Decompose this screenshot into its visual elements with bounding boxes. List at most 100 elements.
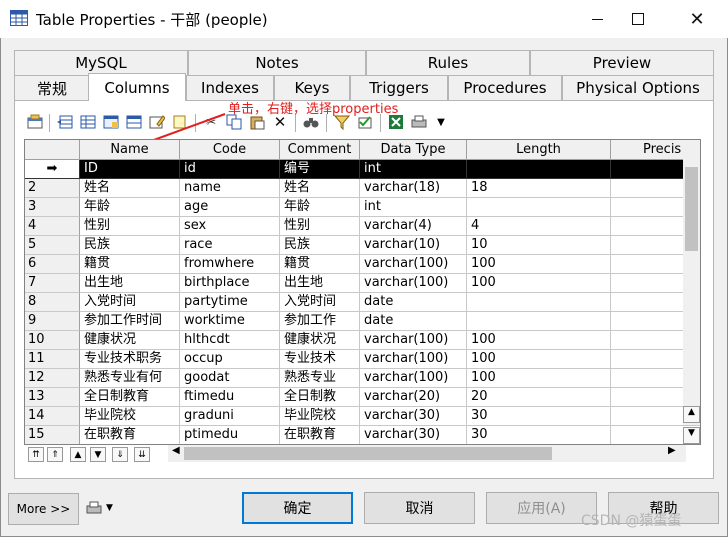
cell-name[interactable]: 专业技术职务 bbox=[80, 350, 180, 369]
tab-columns[interactable]: Columns bbox=[88, 73, 186, 101]
cell-code[interactable]: hlthcdt bbox=[180, 331, 280, 350]
row-number[interactable]: 5 bbox=[25, 236, 80, 255]
scroll-left-icon[interactable]: ◀ bbox=[172, 445, 182, 462]
tab-indexes[interactable]: Indexes bbox=[186, 75, 274, 100]
cell-data-type[interactable]: int bbox=[360, 160, 467, 179]
row-number[interactable]: 13 bbox=[25, 388, 80, 407]
cell-comment[interactable]: 专业技术 bbox=[280, 350, 360, 369]
cell-data-type[interactable]: varchar(100) bbox=[360, 350, 467, 369]
column-header-code[interactable]: Code bbox=[180, 140, 280, 160]
cell-comment[interactable]: 毕业院校 bbox=[280, 407, 360, 426]
cell-length[interactable]: 100 bbox=[467, 255, 611, 274]
row-number[interactable]: 8 bbox=[25, 293, 80, 312]
cell-comment[interactable]: 性别 bbox=[280, 217, 360, 236]
hscroll-thumb[interactable] bbox=[184, 447, 552, 460]
table-row[interactable]: 8 入党时间 partytime 入党时间 date bbox=[25, 293, 700, 312]
more-button[interactable]: More >> bbox=[8, 493, 79, 525]
cell-data-type[interactable]: date bbox=[360, 312, 467, 331]
cell-name[interactable]: 籍贯 bbox=[80, 255, 180, 274]
cell-length[interactable]: 18 bbox=[467, 179, 611, 198]
row-number[interactable]: 4 bbox=[25, 217, 80, 236]
cell-code[interactable]: occup bbox=[180, 350, 280, 369]
cell-code[interactable]: id bbox=[180, 160, 280, 179]
table-row[interactable]: ➡ ID id 编号 int bbox=[25, 160, 700, 179]
cell-data-type[interactable]: varchar(4) bbox=[360, 217, 467, 236]
cell-comment[interactable]: 熟悉专业 bbox=[280, 369, 360, 388]
cell-data-type[interactable]: varchar(10) bbox=[360, 236, 467, 255]
move-up-icon[interactable]: ▲ bbox=[70, 447, 86, 462]
row-number[interactable]: 3 bbox=[25, 198, 80, 217]
vertical-scrollbar[interactable]: ▼ bbox=[683, 159, 700, 425]
table-row[interactable]: 11 专业技术职务 occup 专业技术 varchar(100) 100 bbox=[25, 350, 700, 369]
cell-comment[interactable]: 全日制教 bbox=[280, 388, 360, 407]
cell-name[interactable]: 健康状况 bbox=[80, 331, 180, 350]
column-header-data-type[interactable]: Data Type bbox=[360, 140, 467, 160]
column-header-length[interactable]: Length bbox=[467, 140, 611, 160]
scroll-thumb[interactable] bbox=[685, 167, 698, 251]
cell-code[interactable]: goodat bbox=[180, 369, 280, 388]
cell-comment[interactable]: 健康状况 bbox=[280, 331, 360, 350]
cell-length[interactable] bbox=[467, 198, 611, 217]
column-header-comment[interactable]: Comment bbox=[280, 140, 360, 160]
maximize-button[interactable] bbox=[613, 0, 663, 38]
tab-physical-options[interactable]: Physical Options bbox=[562, 75, 714, 100]
cell-comment[interactable]: 姓名 bbox=[280, 179, 360, 198]
cell-name[interactable]: 姓名 bbox=[80, 179, 180, 198]
table-row[interactable]: 3 年龄 age 年龄 int bbox=[25, 198, 700, 217]
cell-data-type[interactable]: varchar(18) bbox=[360, 179, 467, 198]
cell-code[interactable]: sex bbox=[180, 217, 280, 236]
column-header-precision[interactable]: Precis bbox=[611, 140, 700, 160]
cell-name[interactable]: 民族 bbox=[80, 236, 180, 255]
cell-data-type[interactable]: varchar(100) bbox=[360, 274, 467, 293]
scroll-down-small-icon[interactable]: ▼ bbox=[683, 427, 700, 444]
row-number[interactable]: 9 bbox=[25, 312, 80, 331]
move-to-top-icon[interactable]: ⇈ bbox=[28, 447, 44, 462]
cell-data-type[interactable]: varchar(100) bbox=[360, 369, 467, 388]
cell-length[interactable]: 4 bbox=[467, 217, 611, 236]
row-number[interactable]: 12 bbox=[25, 369, 80, 388]
cell-name[interactable]: 年龄 bbox=[80, 198, 180, 217]
tab-procedures[interactable]: Procedures bbox=[448, 75, 562, 100]
cell-comment[interactable]: 民族 bbox=[280, 236, 360, 255]
row-number[interactable]: 15 bbox=[25, 426, 80, 444]
cell-length[interactable] bbox=[467, 160, 611, 179]
tab-preview[interactable]: Preview bbox=[530, 50, 714, 75]
cell-comment[interactable]: 在职教育 bbox=[280, 426, 360, 444]
cell-name[interactable]: 熟悉专业有何 bbox=[80, 369, 180, 388]
tab-mysql[interactable]: MySQL bbox=[14, 50, 188, 75]
table-row[interactable]: 14 毕业院校 graduni 毕业院校 varchar(30) 30 bbox=[25, 407, 700, 426]
cell-length[interactable] bbox=[467, 312, 611, 331]
cell-data-type[interactable]: date bbox=[360, 293, 467, 312]
row-number[interactable]: 10 bbox=[25, 331, 80, 350]
current-row-icon[interactable]: ➡ bbox=[25, 160, 80, 179]
close-button[interactable]: ✕ bbox=[672, 0, 722, 38]
table-row[interactable]: 9 参加工作时间 worktime 参加工作 date bbox=[25, 312, 700, 331]
cell-code[interactable]: name bbox=[180, 179, 280, 198]
ok-button[interactable]: 确定 bbox=[242, 492, 353, 524]
move-down-page-icon[interactable]: ⇓ bbox=[112, 447, 128, 462]
cell-code[interactable]: worktime bbox=[180, 312, 280, 331]
table-row[interactable]: 15 在职教育 ptimedu 在职教育 varchar(30) 30 bbox=[25, 426, 685, 444]
cell-comment[interactable]: 年龄 bbox=[280, 198, 360, 217]
cell-name[interactable]: 出生地 bbox=[80, 274, 180, 293]
cell-name[interactable]: 全日制教育 bbox=[80, 388, 180, 407]
cell-code[interactable]: race bbox=[180, 236, 280, 255]
cancel-button[interactable]: 取消 bbox=[364, 492, 475, 524]
chevron-down-icon[interactable]: ▼ bbox=[433, 114, 449, 130]
row-number[interactable]: 14 bbox=[25, 407, 80, 426]
row-number[interactable]: 11 bbox=[25, 350, 80, 369]
cell-name[interactable]: 参加工作时间 bbox=[80, 312, 180, 331]
cell-code[interactable]: ftimedu bbox=[180, 388, 280, 407]
cell-code[interactable]: partytime bbox=[180, 293, 280, 312]
cell-data-type[interactable]: varchar(100) bbox=[360, 255, 467, 274]
cell-data-type[interactable]: varchar(20) bbox=[360, 388, 467, 407]
table-row[interactable]: 4 性别 sex 性别 varchar(4) 4 bbox=[25, 217, 700, 236]
move-down-icon[interactable]: ▼ bbox=[90, 447, 106, 462]
cell-code[interactable]: fromwhere bbox=[180, 255, 280, 274]
horizontal-scrollbar[interactable]: ◀ ▶ bbox=[168, 445, 686, 462]
cell-length[interactable]: 20 bbox=[467, 388, 611, 407]
row-number[interactable]: 7 bbox=[25, 274, 80, 293]
tab-general[interactable]: 常规 bbox=[14, 75, 90, 100]
table-row[interactable]: 13 全日制教育 ftimedu 全日制教 varchar(20) 20 bbox=[25, 388, 700, 407]
row-number[interactable]: 2 bbox=[25, 179, 80, 198]
